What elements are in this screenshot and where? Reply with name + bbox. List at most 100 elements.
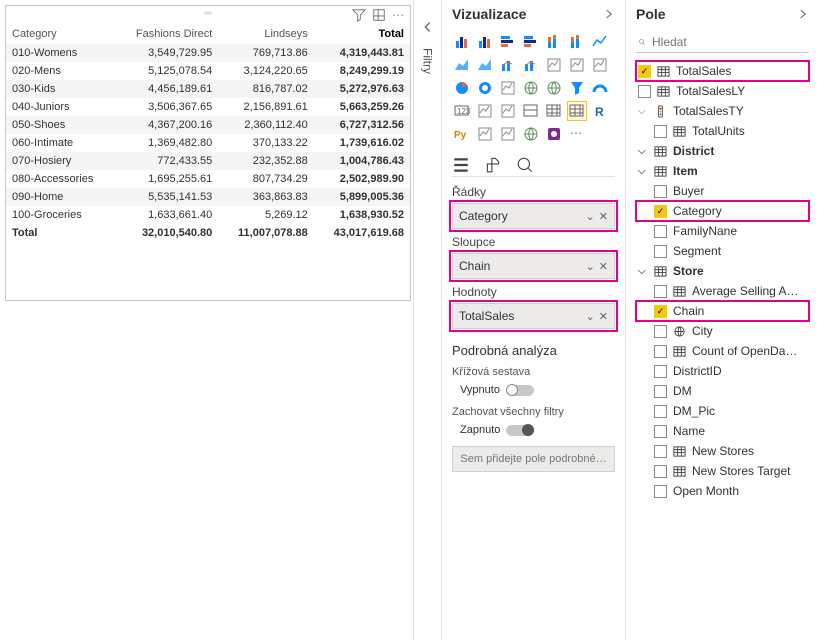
table-store[interactable]: ⌵Store: [636, 261, 809, 281]
focus-icon[interactable]: [372, 8, 386, 22]
fields-search[interactable]: [636, 32, 809, 53]
viz-type-area[interactable]: [452, 55, 472, 75]
viz-type-py[interactable]: Py: [452, 124, 472, 144]
viz-type-cards[interactable]: [475, 101, 495, 121]
viz-type-map2[interactable]: [544, 78, 564, 98]
viz-type-q[interactable]: [498, 124, 518, 144]
cross-report-toggle[interactable]: [506, 385, 534, 396]
viz-type-pbi[interactable]: [544, 124, 564, 144]
expand-icon[interactable]: ⌵: [638, 166, 648, 177]
remove-icon[interactable]: ✕: [599, 210, 608, 223]
viz-type-r[interactable]: R: [590, 101, 610, 121]
col-header[interactable]: Fashions Direct: [115, 24, 218, 44]
viz-type-combo[interactable]: [498, 55, 518, 75]
checkbox[interactable]: ✓: [654, 205, 667, 218]
field-category[interactable]: ✓Category: [636, 201, 809, 221]
viz-type-kv[interactable]: [475, 124, 495, 144]
cols-well[interactable]: Chain ⌄✕: [452, 253, 615, 279]
fields-tab-icon[interactable]: [452, 156, 470, 174]
table-row[interactable]: 070-Hosiery772,433.55232,352.881,004,786…: [6, 152, 410, 170]
field-districtid[interactable]: DistrictID: [636, 361, 809, 381]
viz-type-table[interactable]: [544, 101, 564, 121]
field-totalsalesly[interactable]: TotalSalesLY: [636, 81, 809, 101]
report-canvas[interactable]: ═ ⋯ CategoryFashions DirectLindseysTotal…: [0, 0, 413, 640]
vals-well[interactable]: TotalSales ⌄✕: [452, 303, 615, 329]
table-row[interactable]: 020-Mens5,125,078.543,124,220.658,249,29…: [6, 62, 410, 80]
checkbox[interactable]: [654, 425, 667, 438]
viz-type-line[interactable]: [590, 32, 610, 52]
matrix-visual[interactable]: ═ ⋯ CategoryFashions DirectLindseysTotal…: [5, 5, 411, 301]
checkbox[interactable]: [654, 245, 667, 258]
viz-type-matrix[interactable]: [567, 101, 587, 121]
field-city[interactable]: City: [636, 321, 809, 341]
remove-icon[interactable]: ✕: [599, 310, 608, 323]
checkbox[interactable]: [654, 445, 667, 458]
field-chain[interactable]: ✓Chain: [636, 301, 809, 321]
keep-filters-toggle[interactable]: [506, 425, 534, 436]
table-row[interactable]: 050-Shoes4,367,200.162,360,112.406,727,3…: [6, 116, 410, 134]
drag-handle-icon[interactable]: ═: [204, 8, 211, 19]
chevron-down-icon[interactable]: ⌄: [586, 210, 595, 223]
viz-type-funnel[interactable]: [567, 78, 587, 98]
expand-icon[interactable]: ⌵: [638, 106, 648, 117]
drill-fields-well[interactable]: Sem přidejte pole podrobné…: [452, 446, 615, 472]
viz-type-bars-h[interactable]: [498, 32, 518, 52]
viz-type-slicer[interactable]: [521, 101, 541, 121]
checkbox[interactable]: [654, 385, 667, 398]
col-header[interactable]: Total: [314, 24, 410, 44]
viz-type-area2[interactable]: [475, 55, 495, 75]
table-row[interactable]: 100-Groceries1,633,661.405,269.121,638,9…: [6, 206, 410, 224]
field-name[interactable]: Name: [636, 421, 809, 441]
checkbox[interactable]: [654, 185, 667, 198]
viz-type-gauge[interactable]: [590, 78, 610, 98]
viz-type-globe[interactable]: [521, 124, 541, 144]
rows-well[interactable]: Category ⌄✕: [452, 203, 615, 229]
field-segment[interactable]: Segment: [636, 241, 809, 261]
viz-type-donut[interactable]: [475, 78, 495, 98]
checkbox[interactable]: [638, 85, 651, 98]
viz-type-scatter[interactable]: [590, 55, 610, 75]
chevron-down-icon[interactable]: ⌄: [586, 260, 595, 273]
viz-type-map[interactable]: [521, 78, 541, 98]
viz-type-tree[interactable]: [498, 78, 518, 98]
field-countofopenda[interactable]: Count of OpenDa…: [636, 341, 809, 361]
field-totalsales[interactable]: ✓TotalSales: [636, 61, 809, 81]
expand-icon[interactable]: ⌵: [638, 146, 648, 157]
field-dmpic[interactable]: DM_Pic: [636, 401, 809, 421]
viz-type-bars-stack2[interactable]: [567, 32, 587, 52]
viz-type-bars-v[interactable]: [452, 32, 472, 52]
field-dm[interactable]: DM: [636, 381, 809, 401]
viz-type-combo2[interactable]: [521, 55, 541, 75]
viz-type-bars-h2[interactable]: [521, 32, 541, 52]
viz-type-pie[interactable]: [452, 78, 472, 98]
field-totalunits[interactable]: TotalUnits: [636, 121, 809, 141]
table-row[interactable]: 080-Accessories1,695,255.61807,734.292,5…: [6, 170, 410, 188]
more-icon[interactable]: ⋯: [392, 8, 406, 22]
viz-type-kpi[interactable]: [498, 101, 518, 121]
viz-type-card[interactable]: 123: [452, 101, 472, 121]
checkbox[interactable]: [654, 225, 667, 238]
table-item[interactable]: ⌵Item: [636, 161, 809, 181]
chevron-right-icon[interactable]: [797, 8, 809, 20]
analytics-tab-icon[interactable]: [516, 156, 534, 174]
field-buyer[interactable]: Buyer: [636, 181, 809, 201]
table-row[interactable]: 010-Womens3,549,729.95769,713.864,319,44…: [6, 44, 410, 62]
expand-icon[interactable]: ⌵: [638, 266, 648, 277]
checkbox[interactable]: [654, 285, 667, 298]
total-row[interactable]: Total32,010,540.8011,007,078.8843,017,61…: [6, 224, 410, 242]
collapse-icon[interactable]: [421, 20, 435, 34]
chevron-right-icon[interactable]: [603, 8, 615, 20]
checkbox[interactable]: [654, 345, 667, 358]
table-row[interactable]: 030-Kids4,456,189.61816,787.025,272,976.…: [6, 80, 410, 98]
checkbox[interactable]: ✓: [638, 65, 651, 78]
table-row[interactable]: 040-Juniors3,506,367.652,156,891.615,663…: [6, 98, 410, 116]
field-familynane[interactable]: FamilyNane: [636, 221, 809, 241]
filters-pane-collapsed[interactable]: Filtry: [413, 0, 441, 640]
table-row[interactable]: 060-Intimate1,369,482.80370,133.221,739,…: [6, 134, 410, 152]
search-input[interactable]: [652, 35, 807, 49]
field-averagesellinga[interactable]: Average Selling A…: [636, 281, 809, 301]
field-totalsalesty[interactable]: ⌵TotalSalesTY: [636, 101, 809, 121]
viz-type-ribbon[interactable]: [544, 55, 564, 75]
col-header[interactable]: Lindseys: [218, 24, 313, 44]
checkbox[interactable]: ✓: [654, 305, 667, 318]
